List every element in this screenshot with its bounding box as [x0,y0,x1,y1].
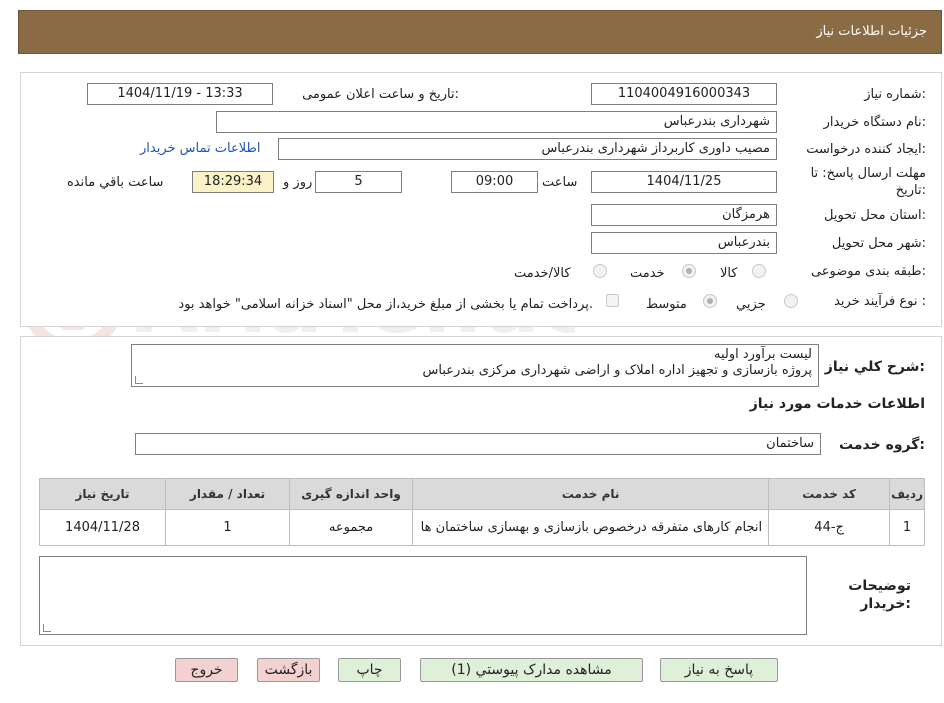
category-option-service: خدمت [630,266,665,281]
purchase-type-label: نوع فرآیند خرید : [834,294,926,309]
category-option-goods-service: کالا/خدمت [514,266,571,281]
deadline-time-label: ساعت [542,175,578,190]
deadline-date: 1404/11/25 [591,171,777,193]
announce-value: 1404/11/19 - 13:33 [87,83,273,105]
deadline-time: 09:00 [451,171,538,193]
purchase-option-minor: جزیي [736,297,766,312]
category-option-goods: کالا [720,266,738,281]
cell-unit: مجموعه [289,509,414,546]
resize-handle-icon[interactable] [43,624,51,632]
page-header: جزئیات اطلاعات نیاز [18,10,942,54]
announce-label: تاریخ و ساعت اعلان عمومی: [302,87,459,102]
description-line-1: لیست برآورد اولیه [713,347,812,362]
request-info-panel: شماره نیاز: 1104004916000343 تاریخ و ساع… [20,72,942,327]
creator-value: مصیب داوری کاربرداز شهرداری بندرعباس [278,138,777,160]
purchase-radio-minor[interactable] [784,294,798,308]
col-date: تاریخ نیاز [38,478,167,510]
description-label: شرح کلي نياز: [824,359,925,375]
col-qty: تعداد / مقدار [165,478,291,510]
description-textarea[interactable]: لیست برآورد اولیه پروژه بازسازی و تجهیز … [131,344,819,387]
category-radio-service[interactable] [682,264,696,278]
purchase-option-medium: متوسط [646,297,687,312]
deadline-label: مهلت ارسال پاسخ: تا تاریخ: [810,166,926,198]
buyer-org-value: شهرداری بندرعباس [216,111,777,133]
col-name: نام خدمت [412,478,770,510]
category-radio-goods[interactable] [752,264,766,278]
buyer-notes-label: توضیحات خریدار: [848,578,911,612]
services-table: ردیف کد خدمت نام خدمت واحد اندازه گیری ت… [38,478,925,546]
buyer-org-label: نام دستگاه خریدار: [823,115,926,130]
category-radio-goods-service[interactable] [593,264,607,278]
view-attachments-button[interactable]: مشاهده مدارک پیوستي (1) [420,658,643,682]
cell-date: 1404/11/28 [38,509,167,546]
back-button[interactable]: بازگشت [257,658,320,682]
services-table-header: ردیف کد خدمت نام خدمت واحد اندازه گیری ت… [38,478,925,510]
service-group-label: گروه خدمت: [839,437,925,453]
treasury-note: پرداخت تمام یا بخشی از مبلغ خرید،از محل … [178,297,593,312]
city-label: شهر محل تحویل: [831,236,926,251]
treasury-checkbox[interactable] [606,294,619,307]
need-number-label: شماره نیاز: [864,87,926,102]
cell-row: 1 [889,509,925,546]
reply-button[interactable]: پاسخ به نیاز [660,658,778,682]
need-number-value: 1104004916000343 [591,83,777,105]
col-row: ردیف [889,478,925,510]
cell-code: ج-44 [768,509,891,546]
resize-handle-icon[interactable] [135,376,143,384]
buyer-contact-link[interactable]: اطلاعات تماس خریدار [140,141,260,156]
city-value: بندرعباس [591,232,777,254]
remaining-timer: 18:29:34 [192,171,274,193]
cell-name: انجام کارهای متفرقه درخصوص بازسازی و بهس… [412,509,770,546]
buyer-notes-textarea[interactable] [39,556,807,635]
print-button[interactable]: چاپ [338,658,401,682]
deadline-days: 5 [315,171,402,193]
col-code: کد خدمت [768,478,891,510]
page-title: جزئیات اطلاعات نیاز [816,24,927,39]
category-label: طبقه بندی موضوعی: [810,264,926,279]
purchase-radio-medium[interactable] [703,294,717,308]
days-label: روز و [283,175,313,190]
services-title: اطلاعات خدمات مورد نیاز [749,396,925,412]
services-panel: شرح کلي نياز: لیست برآورد اولیه پروژه با… [20,336,942,646]
table-row: 1 ج-44 انجام کارهای متفرقه درخصوص بازساز… [38,509,925,546]
province-value: هرمزگان [591,204,777,226]
service-group-value: ساختمان [135,433,821,455]
col-unit: واحد اندازه گیری [289,478,414,510]
cell-qty: 1 [165,509,291,546]
exit-button[interactable]: خروج [175,658,238,682]
remaining-label: ساعت باقي مانده [67,175,164,190]
description-line-2: پروژه بازسازی و تجهیز اداره املاک و اراض… [422,363,812,378]
creator-label: ایجاد کننده درخواست: [806,142,926,157]
province-label: استان محل تحویل: [824,208,926,223]
